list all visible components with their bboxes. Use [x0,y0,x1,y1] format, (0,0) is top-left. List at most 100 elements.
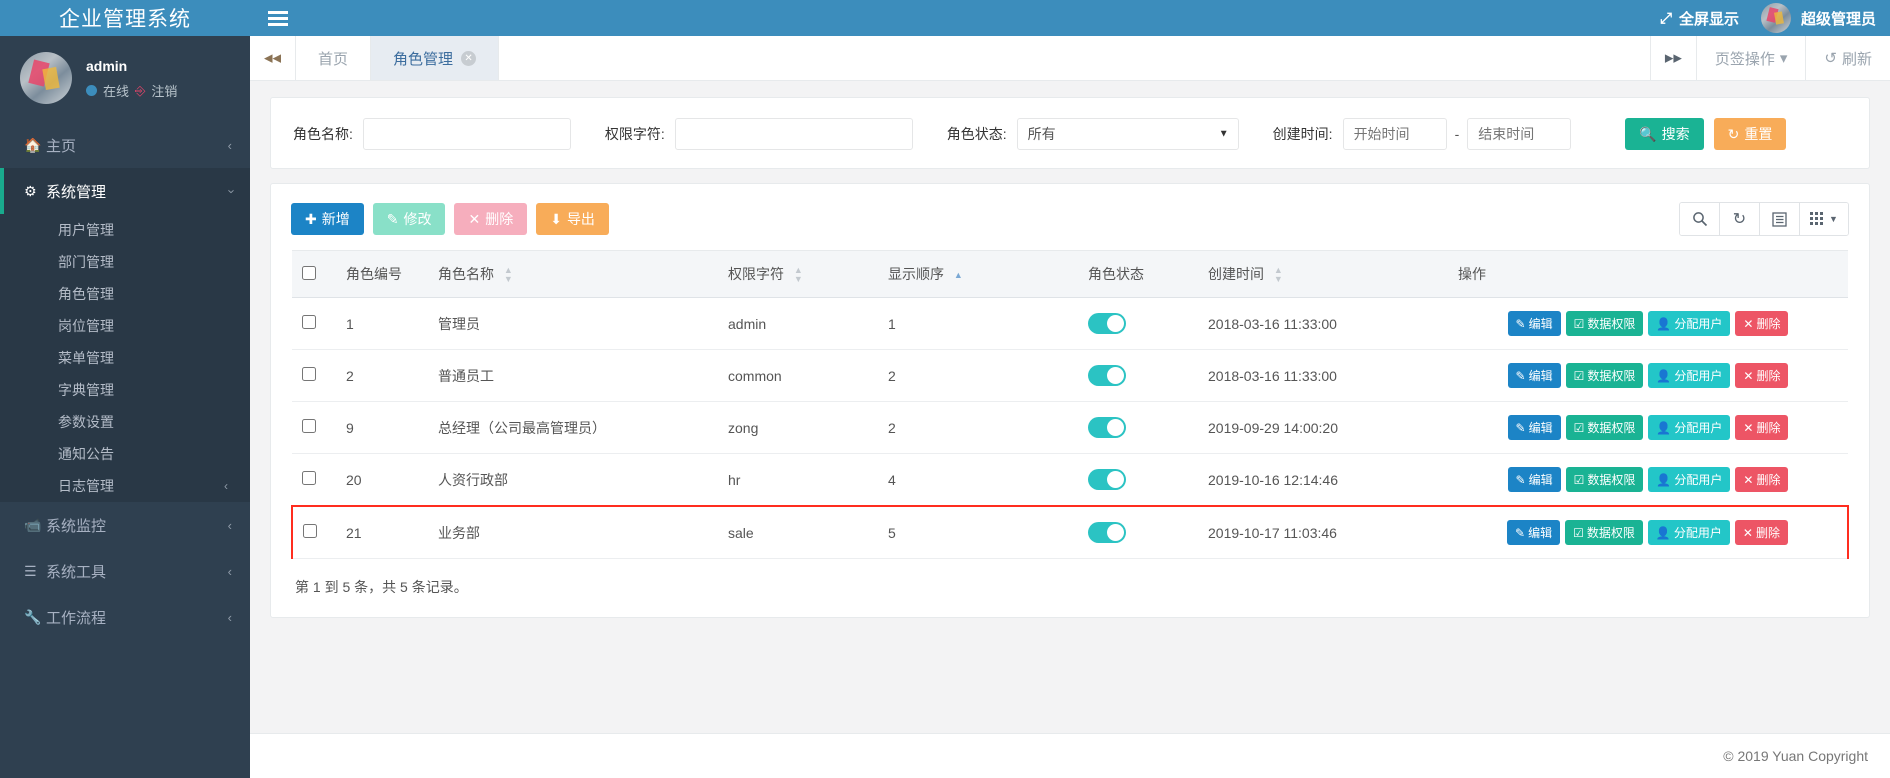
row-edit-button[interactable]: ✎ 编辑 [1507,363,1561,389]
row-data-permission-button[interactable]: ☑ 数据权限 [1565,467,1644,493]
field-role-name: 角色名称: [293,118,571,150]
row-assign-user-button[interactable]: 👤 分配用户 [1647,520,1730,546]
delete-button[interactable]: ✕ 删除 [454,203,528,235]
refresh-icon[interactable]: ↻ [1720,203,1760,235]
row-data-permission-button[interactable]: ☑ 数据权限 [1565,415,1644,441]
user-menu[interactable]: 超级管理员 [1760,3,1876,33]
table-row[interactable]: 1 管理员 admin 1 2018-03-16 11:33:00 ✎ 编辑 ☑ 数… [292,297,1848,351]
reset-button[interactable]: ↻ 重置 [1713,118,1787,150]
edit-button-label: 修改 [403,211,432,227]
sidebar-subitem-notice[interactable]: 通知公告 [0,438,250,470]
add-button[interactable]: ✚ 新增 [291,203,364,235]
row-delete-button[interactable]: ✕ 删除 [1735,311,1789,337]
sort-icon[interactable]: ▲ ▼ [794,266,803,284]
sidebar-menu: 🏠 主页 ‹ ⚙ 系统管理 ‹ 用户管理 部门管理 角色管理 岗位管理 菜单管理 [0,122,250,640]
row-assign-user-button[interactable]: 👤 分配用户 [1648,311,1731,337]
column-header-status[interactable]: 角色状态 [1078,249,1198,299]
tabs-scroll-left-icon[interactable]: ◂◂ [250,36,296,80]
tabs-scroll-right-icon[interactable]: ▸▸ [1649,36,1696,80]
row-select-cell [292,349,336,403]
row-delete-button[interactable]: ✕ 删除 [1735,467,1789,493]
wrench-icon: 🔧 [24,608,42,625]
row-edit-button[interactable]: ✎ 编辑 [1507,520,1561,546]
role-status-select[interactable]: 所有 [1016,118,1239,150]
column-header-perm[interactable]: 权限字符 ▲ ▼ [718,249,878,299]
status-toggle[interactable] [1088,313,1126,335]
column-label: 角色名称 [438,266,494,282]
table-row[interactable]: 9 总经理（公司最高管理员） zong 2 2019-09-29 14:00:2… [292,401,1848,455]
status-toggle[interactable] [1088,469,1126,491]
status-toggle[interactable] [1088,417,1126,439]
fullscreen-button[interactable]: ⤢ 全屏显示 [1660,8,1739,29]
hamburger-menu-icon[interactable] [268,10,308,26]
row-data-permission-button[interactable]: ☑ 数据权限 [1565,520,1643,546]
sidebar-item-home[interactable]: 🏠 主页 ‹ [0,122,250,168]
status-toggle[interactable] [1088,365,1126,387]
row-checkbox[interactable] [302,315,316,330]
tab-role-management[interactable]: 角色管理 ✕ [371,36,500,80]
search-form: 角色名称: 权限字符: 角色状态: 所有 ▼ 创建时间: 开始时间 - 结束时间… [293,118,1847,150]
row-delete-button[interactable]: ✕ 删除 [1735,363,1789,389]
sidebar-subitem-dict[interactable]: 字典管理 [0,374,250,406]
row-data-permission-button[interactable]: ☑ 数据权限 [1565,311,1644,337]
table-row[interactable]: 20 人资行政部 hr 4 2019-10-16 12:14:46 ✎ 编辑 ☑ 数… [292,453,1848,507]
logout-icon[interactable]: ⎆ [135,83,145,99]
row-assign-user-button[interactable]: 👤 分配用户 [1648,415,1731,441]
end-time-input[interactable] [1467,118,1572,150]
refresh-button[interactable]: ↺ 刷新 [1805,36,1890,80]
row-assign-user-button[interactable]: 👤 分配用户 [1648,363,1731,389]
status-toggle[interactable] [1088,522,1126,544]
user-name-label: 超级管理员 [1800,10,1876,28]
sidebar-item-workflow[interactable]: 🔧 工作流程 ‹ [0,594,250,640]
tab-home[interactable]: 首页 [296,36,372,80]
tab-operations-dropdown[interactable]: 页签操作 ▾ [1695,36,1806,80]
sidebar-subitem-post[interactable]: 岗位管理 [0,310,250,342]
row-edit-button[interactable]: ✎ 编辑 [1507,311,1561,337]
row-edit-button[interactable]: ✎ 编辑 [1507,415,1561,441]
sort-icon[interactable]: ▲ ▼ [504,266,513,284]
edit-button[interactable]: ✎ 修改 [372,203,446,235]
row-checkbox[interactable] [303,524,317,539]
row-delete-button[interactable]: ✕ 删除 [1734,520,1788,546]
search-button[interactable]: 🔍 搜索 [1625,118,1704,150]
start-time-input[interactable] [1342,118,1447,150]
table-row[interactable]: 21 业务部 sale 5 2019-10-17 11:03:46 ✎ 编辑 ☑ 数… [291,505,1849,560]
column-header-time[interactable]: 创建时间 ▲ ▼ [1198,249,1448,299]
perm-key-input[interactable] [674,118,913,150]
sidebar-subitem-config[interactable]: 参数设置 [0,406,250,438]
row-select-cell [292,297,336,351]
column-header-name[interactable]: 角色名称 ▲ ▼ [428,249,718,299]
cell-operations: ✎ 编辑 ☑ 数据权限 👤 分配用户 ✕ 删除 [1448,349,1848,403]
column-header-order[interactable]: 显示顺序 ▲ [878,249,1078,299]
sidebar-item-system-tools[interactable]: ☰ 系统工具 ‹ [0,548,250,594]
sidebar-item-label: 系统管理 [46,183,107,201]
close-icon: ✕ [1743,420,1754,435]
export-button[interactable]: ⬇ 导出 [536,203,609,235]
sidebar-subitem-dept[interactable]: 部门管理 [0,246,250,278]
row-checkbox[interactable] [302,471,316,486]
row-data-permission-button[interactable]: ☑ 数据权限 [1565,363,1644,389]
columns-icon[interactable] [1760,203,1800,235]
select-all-checkbox[interactable] [302,265,316,280]
row-edit-button[interactable]: ✎ 编辑 [1507,467,1561,493]
sidebar-subitem-user[interactable]: 用户管理 [0,214,250,246]
sidebar-subitem-log[interactable]: 日志管理 ‹ [0,470,250,502]
field-perm-key: 权限字符: [605,118,913,150]
row-checkbox[interactable] [302,367,316,382]
sidebar-subitem-menu[interactable]: 菜单管理 [0,342,250,374]
row-checkbox[interactable] [302,419,316,434]
search-icon[interactable] [1680,203,1720,235]
role-name-input[interactable] [362,118,571,150]
sort-icon[interactable]: ▲ ▼ [1274,266,1283,284]
sidebar-item-system-monitor[interactable]: 📹 系统监控 ‹ [0,502,250,548]
row-assign-user-button[interactable]: 👤 分配用户 [1648,467,1731,493]
sidebar-item-system-management[interactable]: ⚙ 系统管理 ‹ 用户管理 部门管理 角色管理 岗位管理 菜单管理 字典管理 参… [0,168,250,502]
sort-icon-ascending[interactable]: ▲ [954,270,963,280]
close-icon[interactable]: ✕ [461,50,477,66]
column-header-id[interactable]: 角色编号 [336,249,428,299]
grid-icon[interactable]: ▼ [1800,203,1848,235]
logout-label[interactable]: 注销 [151,81,177,100]
row-delete-button[interactable]: ✕ 删除 [1735,415,1789,441]
sidebar-subitem-role[interactable]: 角色管理 [0,278,250,310]
table-row[interactable]: 2 普通员工 common 2 2018-03-16 11:33:00 ✎ 编辑 … [292,349,1848,403]
